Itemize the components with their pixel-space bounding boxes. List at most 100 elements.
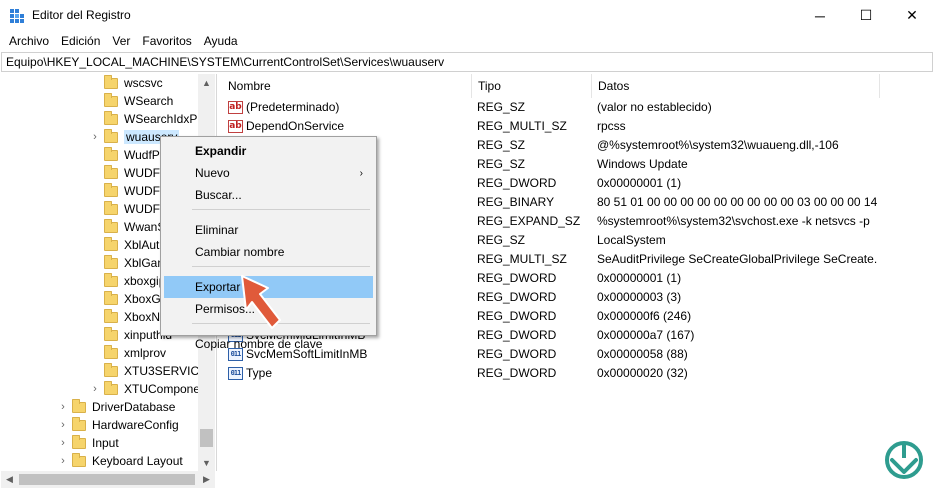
folder-icon [104,344,118,359]
value-name: DependOnService [246,119,345,133]
expand-chevron-icon[interactable]: › [58,419,68,431]
value-row[interactable]: ab (Predeterminado) REG_SZ (valor no establ… [222,98,935,117]
folder-icon [104,164,118,179]
expand-chevron-icon[interactable]: › [90,131,100,143]
maximize-button[interactable]: ☐ [843,0,889,31]
context-menu-item[interactable]: Buscar... [164,184,373,206]
tree-item-label: Keyboard Layout [92,454,183,468]
tree-item-label: HardwareConfig [92,418,179,432]
value-data: LocalSystem [597,233,666,247]
expand-chevron-icon[interactable]: › [90,383,100,395]
value-data: 0x00000058 (88) [597,347,688,361]
tree-item-label: WudfPf [124,148,164,162]
value-data: 0x00000001 (1) [597,176,682,190]
folder-icon [104,110,118,125]
column-header-type[interactable]: Tipo [472,74,592,98]
folder-icon [72,398,86,413]
tree-item[interactable]: WudfPf [90,146,163,164]
column-header-name[interactable]: Nombre [222,74,472,98]
value-type: REG_BINARY [477,195,555,209]
value-type: REG_DWORD [477,309,557,323]
context-menu-item[interactable]: Copiar nombre de clave [164,333,373,355]
folder-icon [104,92,118,107]
value-row[interactable]: ab DependOnService REG_MULTI_SZ rpcss [222,117,935,136]
submenu-arrow-icon: › [359,167,363,179]
menu-ver[interactable]: Ver [106,34,136,48]
tree-item[interactable]: xmlprov [90,344,166,362]
tree-item-label: WSearchIdxPi [124,112,201,126]
tree-item[interactable]: › HardwareConfig [58,416,179,434]
value-type: REG_DWORD [477,366,557,380]
value-data: (valor no establecido) [597,100,712,114]
expand-chevron-icon[interactable]: › [58,437,68,449]
value-row[interactable]: 011 Type REG_DWORD 0x00000020 (32) [222,364,935,383]
folder-icon [72,452,86,467]
tree-item[interactable]: wscsvc [90,74,163,92]
folder-icon [104,128,118,143]
menu-favoritos[interactable]: Favoritos [136,34,197,48]
expand-chevron-icon[interactable]: › [58,401,68,413]
string-value-icon: ab [228,119,243,133]
column-header-data[interactable]: Datos [592,74,880,98]
context-menu-label: Nuevo [195,166,230,180]
menu-ayuda[interactable]: Ayuda [198,34,244,48]
minimize-button[interactable]: ─ [797,0,843,31]
value-name: (Predeterminado) [246,100,340,114]
tree-item[interactable]: XTU3SERVICE [90,362,207,380]
scroll-left-icon[interactable]: ◀ [1,471,18,488]
tree-item[interactable]: WSearchIdxPi [90,110,200,128]
value-data: 80 51 01 00 00 00 00 00 00 00 00 00 03 0… [597,195,877,209]
close-button[interactable]: ✕ [889,0,935,31]
menu-edicion[interactable]: Edición [55,34,106,48]
scroll-right-icon[interactable]: ▶ [198,471,215,488]
folder-icon [104,236,118,251]
value-type: REG_DWORD [477,328,557,342]
value-name-cell: ab (Predeterminado) [228,100,468,114]
context-menu-label: Eliminar [195,223,239,237]
brand-logo-icon [885,441,923,479]
value-data: 0x00000020 (32) [597,366,688,380]
value-name-cell: ab DependOnService [228,119,468,133]
folder-icon [104,218,118,233]
tree-item[interactable]: › Input [58,434,119,452]
value-type: REG_EXPAND_SZ [477,214,581,228]
tree-item-label: DriverDatabase [92,400,176,414]
value-data: 0x000000f6 (246) [597,309,692,323]
address-bar[interactable]: Equipo\HKEY_LOCAL_MACHINE\SYSTEM\Current… [1,52,933,72]
expand-chevron-icon[interactable]: › [58,455,68,467]
context-menu-item[interactable]: Eliminar [164,219,373,241]
menu-bar: Archivo Edición Ver Favoritos Ayuda [0,31,935,51]
context-menu-item[interactable]: Cambiar nombre [164,241,373,263]
context-menu-item[interactable]: Expandir [164,140,373,162]
tree-item[interactable]: WSearch [90,92,173,110]
menu-archivo[interactable]: Archivo [3,34,55,48]
folder-icon [104,380,118,395]
tree-item[interactable]: › Keyboard Layout [58,452,183,470]
value-data: 0x00000001 (1) [597,271,682,285]
tree-item[interactable]: › XTUComponent [90,380,210,398]
value-type: REG_SZ [477,157,526,171]
value-type: REG_SZ [477,233,526,247]
tree-item-label: Input [92,436,119,450]
value-name: Type [246,366,273,380]
context-menu-label: Copiar nombre de clave [195,337,323,351]
context-menu-label: Buscar... [195,188,242,202]
value-data: 0x000000a7 (167) [597,328,695,342]
tree-item-label: WSearch [124,94,174,108]
tree-item-label: XTU3SERVICE [124,364,208,378]
tree-item-label: wscsvc [124,76,163,90]
scroll-down-icon[interactable]: ▼ [198,454,215,471]
folder-icon [104,362,118,377]
context-menu-item[interactable]: Nuevo › [164,162,373,184]
scroll-thumb[interactable] [200,429,213,447]
value-data: @%systemroot%\system32\wuaueng.dll,-106 [597,138,839,152]
tree-horizontal-scrollbar[interactable]: ◀ ▶ [1,471,215,488]
scroll-up-icon[interactable]: ▲ [198,74,215,91]
registry-editor-icon [10,9,24,23]
window-title: Editor del Registro [32,8,131,22]
tree-item[interactable]: xboxgip [90,272,165,290]
tree-item[interactable]: › DriverDatabase [58,398,175,416]
hscroll-thumb[interactable] [19,474,195,485]
folder-icon [72,434,86,449]
tree-item-label: xmlprov [124,346,167,360]
